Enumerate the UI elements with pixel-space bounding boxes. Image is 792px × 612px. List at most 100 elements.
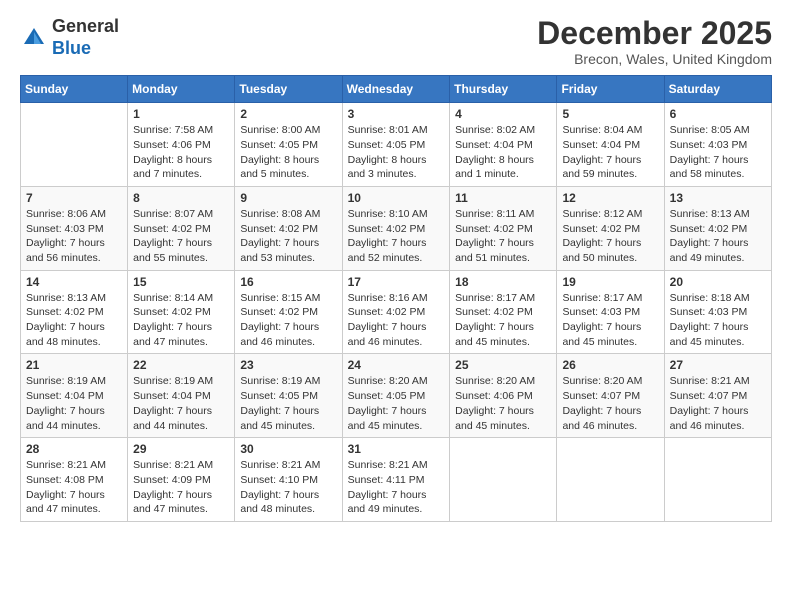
calendar-cell: 29Sunrise: 8:21 AM Sunset: 4:09 PM Dayli… bbox=[128, 438, 235, 522]
day-info: Sunrise: 8:19 AM Sunset: 4:04 PM Dayligh… bbox=[26, 374, 122, 433]
day-info: Sunrise: 8:21 AM Sunset: 4:11 PM Dayligh… bbox=[348, 458, 445, 517]
calendar-cell bbox=[664, 438, 771, 522]
calendar-cell: 6 Sunrise: 8:05 AM Sunset: 4:03 PM Daylig… bbox=[664, 103, 771, 187]
calendar-cell: 11 Sunrise: 8:11 AM Sunset: 4:02 PM Dayli… bbox=[450, 186, 557, 270]
day-info: Sunrise: 8:11 AM Sunset: 4:02 PM Dayligh… bbox=[455, 207, 551, 266]
page-header: General Blue December 2025 Brecon, Wales… bbox=[20, 16, 772, 67]
day-number: 10 bbox=[348, 191, 445, 205]
day-info: Sunrise: 8:20 AM Sunset: 4:07 PM Dayligh… bbox=[562, 374, 658, 433]
day-number: 27 bbox=[670, 358, 766, 372]
day-info: Sunrise: 8:01 AM Sunset: 4:05 PM Dayligh… bbox=[348, 123, 445, 182]
col-header-monday: Monday bbox=[128, 76, 235, 103]
day-info: Sunrise: 8:17 AM Sunset: 4:03 PM Dayligh… bbox=[562, 291, 658, 350]
day-info: Sunrise: 8:18 AM Sunset: 4:03 PM Dayligh… bbox=[670, 291, 766, 350]
day-info: Sunrise: 8:19 AM Sunset: 4:05 PM Dayligh… bbox=[240, 374, 336, 433]
col-header-sunday: Sunday bbox=[21, 76, 128, 103]
day-number: 30 bbox=[240, 442, 336, 456]
day-number: 15 bbox=[133, 275, 229, 289]
calendar-cell: 28Sunrise: 8:21 AM Sunset: 4:08 PM Dayli… bbox=[21, 438, 128, 522]
calendar-cell: 2 Sunrise: 8:00 AM Sunset: 4:05 PM Daylig… bbox=[235, 103, 342, 187]
calendar-table: SundayMondayTuesdayWednesdayThursdayFrid… bbox=[20, 75, 772, 522]
col-header-saturday: Saturday bbox=[664, 76, 771, 103]
day-number: 24 bbox=[348, 358, 445, 372]
day-info: Sunrise: 8:00 AM Sunset: 4:05 PM Dayligh… bbox=[240, 123, 336, 182]
calendar-cell: 24 Sunrise: 8:20 AM Sunset: 4:05 PM Dayli… bbox=[342, 354, 450, 438]
col-header-friday: Friday bbox=[557, 76, 664, 103]
calendar-cell: 10 Sunrise: 8:10 AM Sunset: 4:02 PM Dayli… bbox=[342, 186, 450, 270]
day-number: 6 bbox=[670, 107, 766, 121]
day-info: Sunrise: 8:21 AM Sunset: 4:07 PM Dayligh… bbox=[670, 374, 766, 433]
day-number: 12 bbox=[562, 191, 658, 205]
day-info: Sunrise: 8:16 AM Sunset: 4:02 PM Dayligh… bbox=[348, 291, 445, 350]
day-info: Sunrise: 8:19 AM Sunset: 4:04 PM Dayligh… bbox=[133, 374, 229, 433]
calendar-week-3: 14 Sunrise: 8:13 AM Sunset: 4:02 PM Dayli… bbox=[21, 270, 772, 354]
day-number: 2 bbox=[240, 107, 336, 121]
calendar-cell: 8Sunrise: 8:07 AM Sunset: 4:02 PM Daylig… bbox=[128, 186, 235, 270]
calendar-cell: 22 Sunrise: 8:19 AM Sunset: 4:04 PM Dayli… bbox=[128, 354, 235, 438]
calendar-cell: 23 Sunrise: 8:19 AM Sunset: 4:05 PM Dayli… bbox=[235, 354, 342, 438]
calendar-cell: 16 Sunrise: 8:15 AM Sunset: 4:02 PM Dayli… bbox=[235, 270, 342, 354]
day-info: Sunrise: 8:12 AM Sunset: 4:02 PM Dayligh… bbox=[562, 207, 658, 266]
calendar-week-2: 7 Sunrise: 8:06 AM Sunset: 4:03 PM Daylig… bbox=[21, 186, 772, 270]
day-info: Sunrise: 8:10 AM Sunset: 4:02 PM Dayligh… bbox=[348, 207, 445, 266]
day-info: Sunrise: 8:13 AM Sunset: 4:02 PM Dayligh… bbox=[670, 207, 766, 266]
logo-blue-text: Blue bbox=[52, 38, 91, 58]
day-number: 18 bbox=[455, 275, 551, 289]
logo-general-text: General bbox=[52, 16, 119, 36]
calendar-cell: 4Sunrise: 8:02 AM Sunset: 4:04 PM Daylig… bbox=[450, 103, 557, 187]
calendar-header-row: SundayMondayTuesdayWednesdayThursdayFrid… bbox=[21, 76, 772, 103]
day-info: Sunrise: 8:14 AM Sunset: 4:02 PM Dayligh… bbox=[133, 291, 229, 350]
day-number: 22 bbox=[133, 358, 229, 372]
calendar-cell: 25Sunrise: 8:20 AM Sunset: 4:06 PM Dayli… bbox=[450, 354, 557, 438]
calendar-cell: 31Sunrise: 8:21 AM Sunset: 4:11 PM Dayli… bbox=[342, 438, 450, 522]
day-info: Sunrise: 8:21 AM Sunset: 4:09 PM Dayligh… bbox=[133, 458, 229, 517]
calendar-cell bbox=[21, 103, 128, 187]
day-info: Sunrise: 8:04 AM Sunset: 4:04 PM Dayligh… bbox=[562, 123, 658, 182]
calendar-cell: 1Sunrise: 7:58 AM Sunset: 4:06 PM Daylig… bbox=[128, 103, 235, 187]
day-info: Sunrise: 8:05 AM Sunset: 4:03 PM Dayligh… bbox=[670, 123, 766, 182]
calendar-cell: 17Sunrise: 8:16 AM Sunset: 4:02 PM Dayli… bbox=[342, 270, 450, 354]
month-title: December 2025 bbox=[537, 16, 772, 51]
day-info: Sunrise: 8:13 AM Sunset: 4:02 PM Dayligh… bbox=[26, 291, 122, 350]
day-number: 26 bbox=[562, 358, 658, 372]
calendar-week-5: 28Sunrise: 8:21 AM Sunset: 4:08 PM Dayli… bbox=[21, 438, 772, 522]
calendar-cell: 18 Sunrise: 8:17 AM Sunset: 4:02 PM Dayli… bbox=[450, 270, 557, 354]
day-number: 25 bbox=[455, 358, 551, 372]
day-number: 13 bbox=[670, 191, 766, 205]
day-number: 5 bbox=[562, 107, 658, 121]
day-number: 1 bbox=[133, 107, 229, 121]
calendar-cell: 19 Sunrise: 8:17 AM Sunset: 4:03 PM Dayli… bbox=[557, 270, 664, 354]
day-number: 16 bbox=[240, 275, 336, 289]
day-info: Sunrise: 8:07 AM Sunset: 4:02 PM Dayligh… bbox=[133, 207, 229, 266]
day-info: Sunrise: 8:17 AM Sunset: 4:02 PM Dayligh… bbox=[455, 291, 551, 350]
calendar-cell: 20 Sunrise: 8:18 AM Sunset: 4:03 PM Dayli… bbox=[664, 270, 771, 354]
calendar-week-1: 1Sunrise: 7:58 AM Sunset: 4:06 PM Daylig… bbox=[21, 103, 772, 187]
day-info: Sunrise: 8:20 AM Sunset: 4:05 PM Dayligh… bbox=[348, 374, 445, 433]
day-info: Sunrise: 8:08 AM Sunset: 4:02 PM Dayligh… bbox=[240, 207, 336, 266]
day-number: 19 bbox=[562, 275, 658, 289]
day-number: 14 bbox=[26, 275, 122, 289]
day-info: Sunrise: 8:15 AM Sunset: 4:02 PM Dayligh… bbox=[240, 291, 336, 350]
calendar-cell: 13 Sunrise: 8:13 AM Sunset: 4:02 PM Dayli… bbox=[664, 186, 771, 270]
day-number: 23 bbox=[240, 358, 336, 372]
location: Brecon, Wales, United Kingdom bbox=[537, 51, 772, 67]
logo: General Blue bbox=[20, 16, 119, 59]
col-header-wednesday: Wednesday bbox=[342, 76, 450, 103]
day-info: Sunrise: 8:21 AM Sunset: 4:10 PM Dayligh… bbox=[240, 458, 336, 517]
day-number: 20 bbox=[670, 275, 766, 289]
calendar-cell: 26 Sunrise: 8:20 AM Sunset: 4:07 PM Dayli… bbox=[557, 354, 664, 438]
day-number: 21 bbox=[26, 358, 122, 372]
calendar-cell bbox=[450, 438, 557, 522]
calendar-cell: 15 Sunrise: 8:14 AM Sunset: 4:02 PM Dayli… bbox=[128, 270, 235, 354]
col-header-tuesday: Tuesday bbox=[235, 76, 342, 103]
day-number: 28 bbox=[26, 442, 122, 456]
col-header-thursday: Thursday bbox=[450, 76, 557, 103]
day-number: 7 bbox=[26, 191, 122, 205]
day-info: Sunrise: 8:06 AM Sunset: 4:03 PM Dayligh… bbox=[26, 207, 122, 266]
calendar-cell: 3Sunrise: 8:01 AM Sunset: 4:05 PM Daylig… bbox=[342, 103, 450, 187]
calendar-cell: 21 Sunrise: 8:19 AM Sunset: 4:04 PM Dayli… bbox=[21, 354, 128, 438]
calendar-cell: 14 Sunrise: 8:13 AM Sunset: 4:02 PM Dayli… bbox=[21, 270, 128, 354]
day-number: 11 bbox=[455, 191, 551, 205]
day-info: Sunrise: 8:02 AM Sunset: 4:04 PM Dayligh… bbox=[455, 123, 551, 182]
logo-icon bbox=[20, 24, 48, 52]
